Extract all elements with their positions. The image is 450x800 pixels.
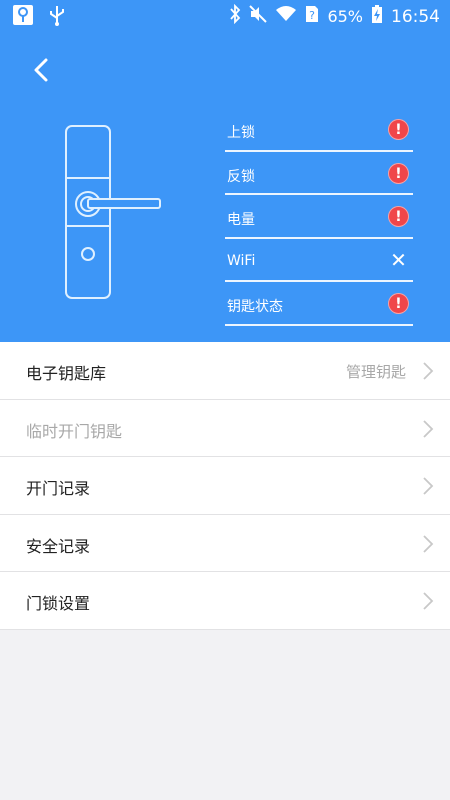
status-row-wifi: WiFi ✕ bbox=[225, 239, 413, 282]
door-lock-illustration bbox=[65, 125, 161, 299]
chevron-right-icon bbox=[423, 419, 434, 438]
clock: 16:54 bbox=[391, 6, 440, 27]
battery-charging-icon bbox=[371, 4, 383, 29]
status-label: 上锁 bbox=[227, 125, 255, 141]
header-panel: ? 65% 16:54 上锁 ! 反锁 ! 电量 ! WiFi ✕ 钥匙状态 ! bbox=[0, 0, 450, 342]
menu-item-label: 安全记录 bbox=[26, 536, 91, 556]
usb-icon bbox=[48, 4, 66, 31]
status-row-deadlock: 反锁 ! bbox=[225, 152, 413, 195]
menu-item-temp-key[interactable]: 临时开门钥匙 bbox=[0, 400, 450, 457]
menu-item-label: 门锁设置 bbox=[26, 594, 91, 613]
svg-text:?: ? bbox=[310, 9, 316, 22]
bluetooth-icon bbox=[229, 3, 241, 29]
menu-item-label: 临时开门钥匙 bbox=[26, 421, 123, 441]
wifi-icon bbox=[275, 5, 297, 28]
status-bar: ? 65% 16:54 bbox=[0, 0, 450, 32]
status-row-key-status: 钥匙状态 ! bbox=[225, 282, 413, 326]
status-label: 电量 bbox=[227, 212, 255, 228]
status-label: 反锁 bbox=[227, 168, 255, 185]
lock-status-list: 上锁 ! 反锁 ! 电量 ! WiFi ✕ 钥匙状态 ! bbox=[225, 108, 413, 326]
alert-icon: ! bbox=[388, 293, 409, 314]
status-label: WiFi bbox=[227, 252, 256, 269]
menu-list: 电子钥匙库 管理钥匙 临时开门钥匙 开门记录 安全记录 门锁设置 bbox=[0, 342, 450, 630]
menu-item-key-library[interactable]: 电子钥匙库 管理钥匙 bbox=[0, 342, 450, 400]
sim-icon: ? bbox=[305, 5, 319, 28]
alert-icon: ! bbox=[388, 162, 409, 184]
chevron-right-icon bbox=[423, 477, 434, 495]
chevron-right-icon bbox=[423, 534, 434, 553]
battery-percent: 65% bbox=[327, 7, 363, 26]
alert-icon: ! bbox=[388, 206, 409, 227]
chevron-right-icon bbox=[423, 362, 434, 380]
chevron-left-icon bbox=[34, 58, 48, 82]
chevron-right-icon bbox=[423, 592, 434, 610]
back-button[interactable] bbox=[28, 54, 56, 86]
mute-icon bbox=[249, 5, 268, 28]
close-icon: ✕ bbox=[390, 247, 407, 272]
menu-item-label: 电子钥匙库 bbox=[26, 364, 107, 383]
manage-keys-link[interactable]: 管理钥匙 bbox=[346, 361, 406, 382]
status-row-lock: 上锁 ! bbox=[225, 108, 413, 152]
menu-item-lock-settings[interactable]: 门锁设置 bbox=[0, 572, 450, 630]
status-row-battery: 电量 ! bbox=[225, 195, 413, 239]
menu-item-security-records[interactable]: 安全记录 bbox=[0, 515, 450, 572]
app-notification-icon bbox=[12, 4, 34, 31]
alert-icon: ! bbox=[388, 119, 409, 140]
status-label: 钥匙状态 bbox=[227, 299, 283, 315]
menu-item-label: 开门记录 bbox=[26, 479, 91, 498]
menu-item-open-records[interactable]: 开门记录 bbox=[0, 457, 450, 515]
